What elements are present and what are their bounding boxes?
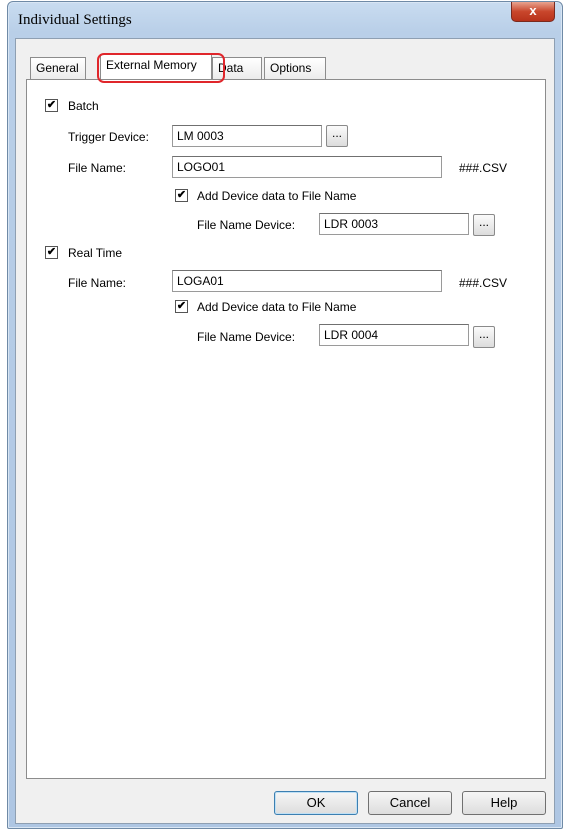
trigger-device-input[interactable]: LM 0003 xyxy=(172,125,322,147)
tab-external-memory[interactable]: External Memory xyxy=(100,54,212,79)
real-time-file-name-device-browse-button[interactable]: ... xyxy=(473,326,495,348)
window-title: Individual Settings xyxy=(18,12,132,28)
close-icon: x xyxy=(529,3,537,18)
real-time-add-device-label: Add Device data to File Name xyxy=(197,300,357,314)
batch-file-suffix: ###.CSV xyxy=(459,161,508,175)
batch-add-device-label: Add Device data to File Name xyxy=(197,189,357,203)
tab-general[interactable]: General xyxy=(30,57,86,79)
real-time-file-name-device-input[interactable]: LDR 0004 xyxy=(319,324,469,346)
real-time-file-name-label: File Name: xyxy=(68,276,127,290)
batch-file-name-label: File Name: xyxy=(68,161,127,175)
tab-label: General xyxy=(36,61,79,75)
close-button[interactable]: x xyxy=(511,2,555,22)
trigger-device-browse-button[interactable]: ... xyxy=(326,125,348,147)
tab-panel-external-memory: ✔ Batch Trigger Device: LM 0003 ... File… xyxy=(26,79,546,779)
batch-file-name-device-label: File Name Device: xyxy=(197,218,296,232)
real-time-file-name-input[interactable]: LOGA01 xyxy=(172,270,442,292)
check-icon: ✔ xyxy=(176,189,187,201)
batch-add-device-checkbox[interactable]: ✔ xyxy=(175,189,188,202)
batch-file-name-input[interactable]: LOGO01 xyxy=(172,156,442,178)
help-button[interactable]: Help xyxy=(462,791,546,815)
cancel-button[interactable]: Cancel xyxy=(368,791,452,815)
tab-data[interactable]: Data xyxy=(212,57,262,79)
trigger-device-label: Trigger Device: xyxy=(68,130,149,144)
tab-label: Options xyxy=(270,61,312,75)
real-time-add-device-checkbox[interactable]: ✔ xyxy=(175,300,188,313)
batch-checkbox[interactable]: ✔ xyxy=(45,99,58,112)
real-time-file-name-device-label: File Name Device: xyxy=(197,330,296,344)
ok-button[interactable]: OK xyxy=(274,791,358,815)
check-icon: ✔ xyxy=(46,246,57,258)
batch-file-name-device-browse-button[interactable]: ... xyxy=(473,214,495,236)
tab-label: External Memory xyxy=(106,58,197,72)
real-time-checkbox[interactable]: ✔ xyxy=(45,246,58,259)
real-time-file-suffix: ###.CSV xyxy=(459,276,508,290)
batch-label: Batch xyxy=(68,99,99,113)
batch-file-name-device-input[interactable]: LDR 0003 xyxy=(319,213,469,235)
tab-options[interactable]: Options xyxy=(264,57,326,79)
real-time-label: Real Time xyxy=(68,246,123,260)
dialog-window: Individual Settings x General External M… xyxy=(7,1,563,829)
dialog-client: General External Memory Data Options ✔ B… xyxy=(15,38,555,824)
check-icon: ✔ xyxy=(176,300,187,312)
tab-label: Data xyxy=(218,61,244,75)
check-icon: ✔ xyxy=(46,99,57,111)
